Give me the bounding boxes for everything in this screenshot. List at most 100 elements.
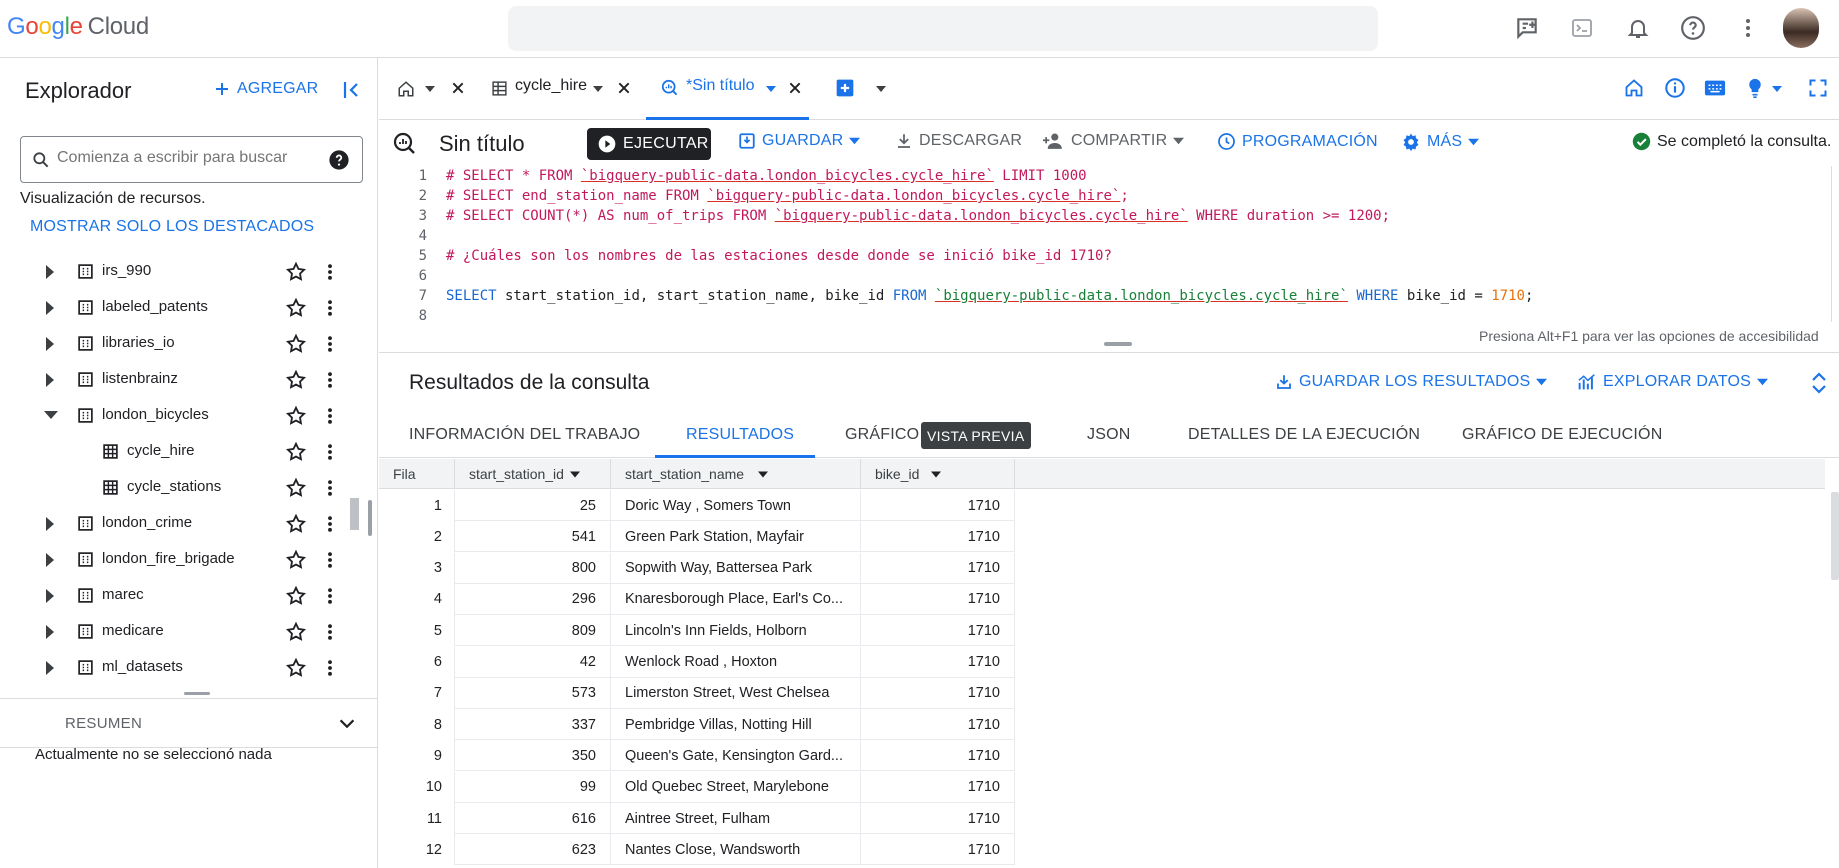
collapse-panel-icon[interactable] <box>340 78 364 102</box>
more-vert-icon[interactable] <box>320 513 340 535</box>
star-icon[interactable] <box>285 261 307 283</box>
add-button[interactable]: AGREGAR <box>213 80 318 98</box>
tree-item-cycle-hire[interactable]: cycle_hire <box>0 433 360 469</box>
tree-item-london-fire-brigade[interactable]: london_fire_brigade <box>0 541 360 577</box>
sql-editor[interactable]: 1 # SELECT * FROM `bigquery-public-data.l… <box>379 166 1839 351</box>
cell-start-station-name[interactable]: Green Park Station, Mayfair <box>611 521 861 553</box>
close-icon[interactable] <box>787 80 803 96</box>
table-row[interactable]: 10 99 Old Quebec Street, Marylebone 1710 <box>379 771 1015 803</box>
tab-cycle-hire[interactable]: cycle_hire <box>487 58 630 120</box>
console-search-input[interactable] <box>508 6 1378 51</box>
cell-start-station-id[interactable]: 616 <box>455 803 611 834</box>
cell-bike-id[interactable]: 1710 <box>861 583 1015 615</box>
cell-start-station-name[interactable]: Wenlock Road , Hoxton <box>611 646 861 678</box>
cell-bike-id[interactable]: 1710 <box>861 740 1015 772</box>
lightbulb-icon[interactable] <box>1745 77 1765 99</box>
tree-item-london-crime[interactable]: london_crime <box>0 505 360 541</box>
table-row[interactable]: 6 42 Wenlock Road , Hoxton 1710 <box>379 646 1015 678</box>
cell-start-station-name[interactable]: Limerston Street, West Chelsea <box>611 677 861 709</box>
row-number[interactable]: 4 <box>379 583 455 615</box>
caret-right-icon[interactable] <box>44 265 56 279</box>
more-vert-icon[interactable] <box>320 261 340 283</box>
cell-start-station-name[interactable]: Knaresborough Place, Earl's Co... <box>611 583 861 615</box>
table-row[interactable]: 9 350 Queen's Gate, Kensington Gard... 1710 <box>379 740 1015 772</box>
cloud-shell-icon[interactable] <box>1566 12 1598 44</box>
cell-start-station-id[interactable]: 350 <box>455 740 611 772</box>
more-vert-icon[interactable] <box>320 477 340 499</box>
code-line[interactable]: # SELECT * FROM `bigquery-public-data.lo… <box>446 168 1087 184</box>
explorer-search-input[interactable] <box>57 149 317 167</box>
caret-right-icon[interactable] <box>44 661 56 675</box>
results-scrollbar[interactable] <box>1831 492 1839 580</box>
cell-start-station-name[interactable]: Old Quebec Street, Marylebone <box>611 771 861 803</box>
tab-execution-graph[interactable]: GRÁFICO DE EJECUCIÓN <box>1462 426 1662 444</box>
cell-bike-id[interactable]: 1710 <box>861 803 1015 834</box>
save-results-button[interactable]: GUARDAR LOS RESULTADOS <box>1275 373 1548 391</box>
info-icon[interactable] <box>1664 77 1686 99</box>
add-tab-icon[interactable] <box>835 78 855 98</box>
cell-bike-id[interactable]: 1710 <box>861 834 1015 866</box>
star-icon[interactable] <box>285 405 307 427</box>
tree-item-libraries-io[interactable]: libraries_io <box>0 325 360 361</box>
code-line[interactable]: SELECT start_station_id, start_station_n… <box>446 288 1533 304</box>
table-row[interactable]: 12 623 Nantes Close, Wandsworth 1710 <box>379 834 1015 866</box>
more-vert-icon[interactable] <box>320 549 340 571</box>
tree-item-london-bicycles[interactable]: london_bicycles <box>0 397 360 433</box>
cell-start-station-id[interactable]: 296 <box>455 583 611 615</box>
cell-bike-id[interactable]: 1710 <box>861 521 1015 553</box>
row-number[interactable]: 8 <box>379 709 455 741</box>
star-icon[interactable] <box>285 441 307 463</box>
google-cloud-logo[interactable]: Google Cloud <box>7 13 149 41</box>
panel-resize-handle[interactable] <box>368 500 372 536</box>
caret-right-icon[interactable] <box>44 625 56 639</box>
caret-down-icon[interactable] <box>1772 85 1782 93</box>
fullscreen-icon[interactable] <box>1808 78 1828 98</box>
caret-right-icon[interactable] <box>44 373 56 387</box>
cell-start-station-id[interactable]: 541 <box>455 521 611 553</box>
table-row[interactable]: 3 800 Sopwith Way, Battersea Park 1710 <box>379 552 1015 584</box>
code-line[interactable]: # SELECT end_station_name FROM `bigquery… <box>446 188 1129 204</box>
share-button[interactable]: COMPARTIR <box>1043 132 1185 150</box>
release-notes-icon[interactable] <box>1511 12 1543 44</box>
help-icon[interactable] <box>1677 12 1709 44</box>
more-vert-icon[interactable] <box>1732 12 1764 44</box>
more-vert-icon[interactable] <box>320 405 340 427</box>
more-vert-icon[interactable] <box>320 657 340 679</box>
tree-item-irs-990[interactable]: irs_990 <box>0 253 360 289</box>
star-icon[interactable] <box>285 297 307 319</box>
close-icon[interactable] <box>450 80 466 96</box>
cell-start-station-id[interactable]: 800 <box>455 552 611 584</box>
summary-section[interactable]: RESUMEN <box>0 698 378 748</box>
cell-bike-id[interactable]: 1710 <box>861 490 1015 521</box>
save-button[interactable]: GUARDAR <box>738 132 861 150</box>
table-row[interactable]: 5 809 Lincoln's Inn Fields, Holborn 1710 <box>379 615 1015 647</box>
row-number[interactable]: 3 <box>379 552 455 584</box>
home-icon[interactable] <box>1624 78 1644 98</box>
download-button[interactable]: DESCARGAR <box>895 132 1022 150</box>
star-icon[interactable] <box>285 657 307 679</box>
cell-start-station-id[interactable]: 337 <box>455 709 611 741</box>
column-header-start-station-name[interactable]: start_station_name <box>611 459 861 489</box>
tree-item-marec[interactable]: marec <box>0 577 360 613</box>
more-vert-icon[interactable] <box>320 585 340 607</box>
caret-right-icon[interactable] <box>44 553 56 567</box>
editor-resize-handle[interactable] <box>1104 342 1132 346</box>
cell-start-station-name[interactable]: Lincoln's Inn Fields, Holborn <box>611 615 861 647</box>
row-number[interactable]: 12 <box>379 834 455 866</box>
more-button[interactable]: MÁS <box>1401 132 1480 152</box>
star-icon[interactable] <box>285 549 307 571</box>
cell-start-station-name[interactable]: Doric Way , Somers Town <box>611 490 861 521</box>
star-icon[interactable] <box>285 621 307 643</box>
cell-bike-id[interactable]: 1710 <box>861 615 1015 647</box>
row-number[interactable]: 7 <box>379 677 455 709</box>
tree-item-ml-datasets[interactable]: ml_datasets <box>0 649 360 683</box>
tree-item-listenbrainz[interactable]: listenbrainz <box>0 361 360 397</box>
table-row[interactable]: 1 25 Doric Way , Somers Town 1710 <box>379 490 1015 521</box>
keyboard-icon[interactable] <box>1704 79 1726 97</box>
tab-execution-details[interactable]: DETALLES DE LA EJECUCIÓN <box>1188 426 1420 444</box>
cell-bike-id[interactable]: 1710 <box>861 646 1015 678</box>
code-line[interactable]: # SELECT COUNT(*) AS num_of_trips FROM `… <box>446 208 1390 224</box>
account-avatar[interactable] <box>1783 8 1819 48</box>
explore-data-button[interactable]: EXPLORAR DATOS <box>1577 373 1769 391</box>
caret-right-icon[interactable] <box>44 517 56 531</box>
